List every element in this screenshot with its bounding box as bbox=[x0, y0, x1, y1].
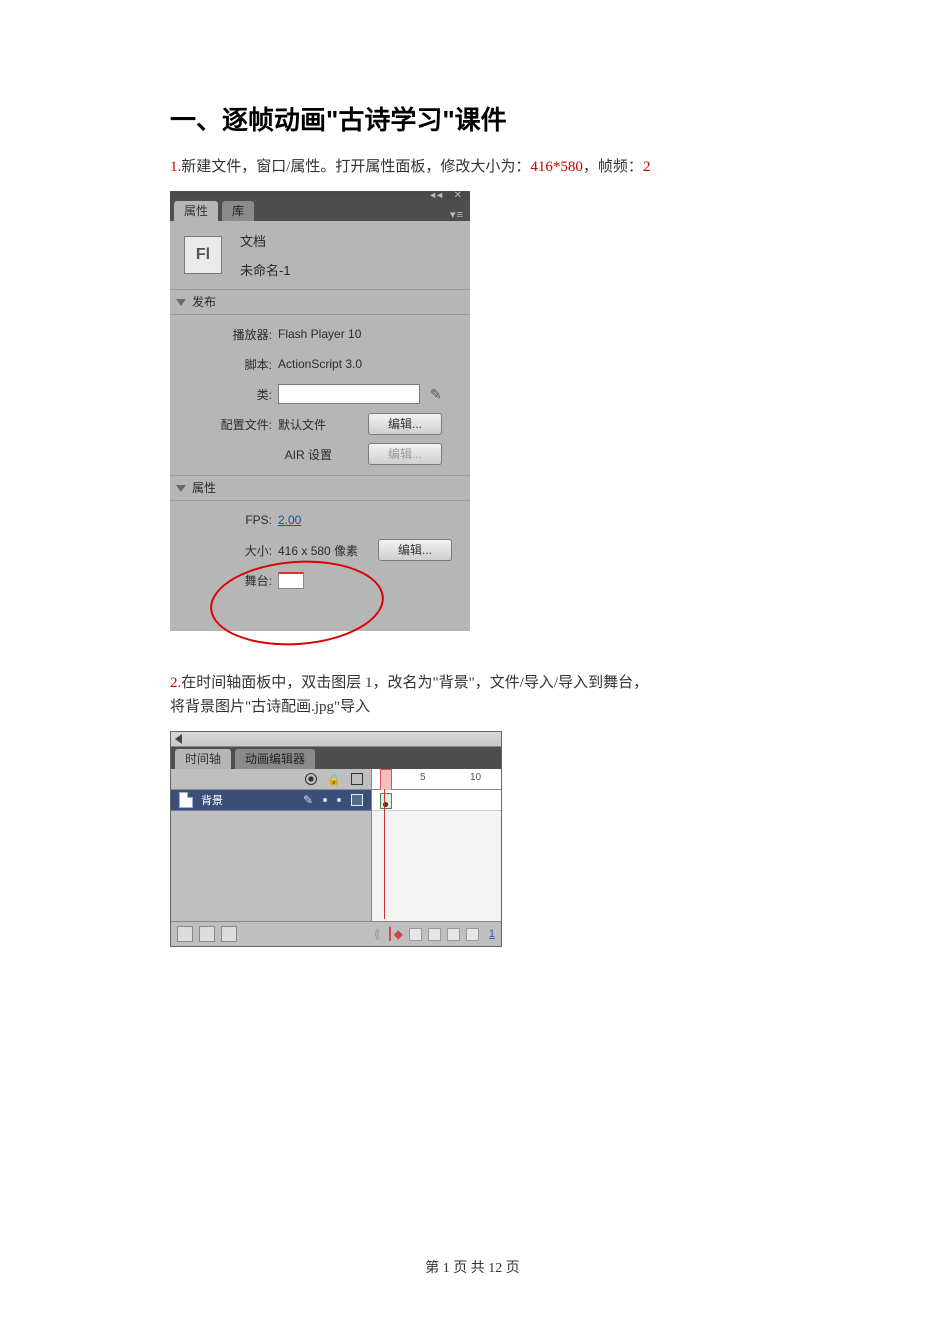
step-1-size: 416*580 bbox=[530, 159, 583, 175]
edit-air-button: 编辑... bbox=[368, 443, 442, 465]
collapse-icon[interactable]: ◄◄ bbox=[428, 190, 442, 200]
edit-profile-button[interactable]: 编辑... bbox=[368, 413, 442, 435]
edit-pencil-icon[interactable]: ✎ bbox=[430, 386, 442, 403]
panel-tabs: 属性 库 ▾≡ bbox=[170, 199, 470, 221]
footer-suffix: 页 bbox=[502, 1261, 520, 1276]
profile-label: 配置文件: bbox=[182, 416, 278, 433]
layers-column: 🔒 背景 ✎ bbox=[171, 769, 372, 921]
markers-icon[interactable] bbox=[466, 928, 479, 941]
chevron-down-icon bbox=[176, 485, 186, 492]
new-folder-icon[interactable] bbox=[199, 926, 215, 942]
page-number-footer: 第 1 页 共 12 页 bbox=[0, 1257, 945, 1277]
frames-column: 5 10 bbox=[372, 769, 501, 921]
layer-dot-icon bbox=[337, 798, 341, 802]
class-input[interactable] bbox=[278, 384, 420, 404]
layer-name: 背景 bbox=[201, 792, 223, 808]
layer-icon bbox=[179, 792, 193, 808]
delete-layer-icon[interactable] bbox=[221, 926, 237, 942]
ruler-mark-5: 5 bbox=[420, 772, 426, 783]
step-1-fps: 2 bbox=[643, 159, 651, 175]
footer-middle: 页 共 bbox=[450, 1261, 489, 1276]
playhead-line bbox=[384, 789, 385, 919]
chevron-down-icon bbox=[176, 299, 186, 306]
step-2-num: 2. bbox=[170, 675, 181, 691]
profile-value: 默认文件 bbox=[278, 416, 368, 433]
scrub-icon[interactable]: ⟪ bbox=[374, 927, 381, 941]
section-properties-label: 属性 bbox=[192, 476, 216, 500]
tab-properties[interactable]: 属性 bbox=[174, 201, 218, 221]
step-1-text-a: 新建文件，窗口/属性。打开属性面板，修改大小为： bbox=[181, 159, 530, 175]
edit-multi-icon[interactable] bbox=[447, 928, 460, 941]
class-label: 类: bbox=[182, 386, 278, 403]
air-label: AIR 设置 bbox=[182, 446, 338, 463]
document-name: 未命名-1 bbox=[240, 260, 291, 279]
stage-color-swatch[interactable] bbox=[278, 572, 304, 589]
layer-header: 🔒 bbox=[171, 769, 371, 790]
document-type-label: 文档 bbox=[240, 231, 291, 250]
visibility-icon[interactable] bbox=[305, 773, 317, 785]
layer-outline-swatch[interactable] bbox=[351, 794, 363, 806]
section-publish-label: 发布 bbox=[192, 290, 216, 314]
frame-track[interactable] bbox=[372, 790, 501, 811]
player-value: Flash Player 10 bbox=[278, 327, 361, 341]
playhead[interactable] bbox=[380, 769, 392, 791]
size-label: 大小: bbox=[182, 542, 278, 559]
step-2: 2.在时间轴面板中，双击图层 1，改名为"背景"，文件/导入/导入到舞台， 将背… bbox=[170, 671, 790, 719]
collapse-left-icon[interactable] bbox=[175, 734, 182, 744]
panel-topbar: ◄◄ ✕ bbox=[170, 191, 470, 199]
flash-document-icon: Fl bbox=[184, 236, 222, 274]
new-layer-icon[interactable] bbox=[177, 926, 193, 942]
current-frame-number[interactable]: 1 bbox=[489, 928, 495, 940]
ruler-mark-10: 10 bbox=[470, 772, 481, 783]
step-1-text-b: ，帧频： bbox=[583, 159, 643, 175]
step-2-line1: 在时间轴面板中，双击图层 1，改名为"背景"，文件/导入/导入到舞台， bbox=[181, 675, 648, 691]
playhead-marker-icon: ┃◆ bbox=[386, 927, 402, 941]
fps-value[interactable]: 2.00 bbox=[278, 513, 301, 527]
player-label: 播放器: bbox=[182, 326, 278, 343]
frame-ruler[interactable]: 5 10 bbox=[372, 769, 501, 790]
onion-outline-icon[interactable] bbox=[428, 928, 441, 941]
pencil-icon: ✎ bbox=[303, 793, 313, 807]
footer-current: 1 bbox=[443, 1261, 450, 1276]
close-icon[interactable]: ✕ bbox=[454, 190, 462, 201]
section-publish[interactable]: 发布 bbox=[170, 289, 470, 315]
footer-prefix: 第 bbox=[425, 1261, 443, 1276]
layer-row-background[interactable]: 背景 ✎ bbox=[171, 790, 371, 811]
edit-size-button[interactable]: 编辑... bbox=[378, 539, 452, 561]
footer-total: 12 bbox=[488, 1261, 502, 1276]
keyframe[interactable] bbox=[380, 793, 392, 809]
layer-dot-icon bbox=[323, 798, 327, 802]
size-value: 416 x 580 像素 bbox=[278, 542, 378, 559]
timeline-topbar bbox=[171, 732, 501, 747]
step-2-line2: 将背景图片"古诗配画.jpg"导入 bbox=[170, 699, 370, 715]
script-value: ActionScript 3.0 bbox=[278, 357, 362, 371]
step-1: 1.新建文件，窗口/属性。打开属性面板，修改大小为：416*580，帧频：2 bbox=[170, 155, 790, 179]
document-row: Fl 文档 未命名-1 bbox=[170, 221, 470, 289]
step-1-num: 1. bbox=[170, 159, 181, 175]
page-heading: 一、逐帧动画"古诗学习"课件 bbox=[170, 100, 790, 137]
outline-icon[interactable] bbox=[351, 773, 363, 785]
timeline-tabs: 时间轴 动画编辑器 bbox=[171, 747, 501, 769]
section-properties[interactable]: 属性 bbox=[170, 475, 470, 501]
stage-label: 舞台: bbox=[182, 572, 278, 589]
tab-motion-editor[interactable]: 动画编辑器 bbox=[235, 749, 315, 769]
fps-label: FPS: bbox=[182, 513, 278, 527]
panel-menu-icon[interactable]: ▾≡ bbox=[450, 208, 464, 221]
tab-library[interactable]: 库 bbox=[222, 201, 254, 221]
tab-timeline[interactable]: 时间轴 bbox=[175, 749, 231, 769]
timeline-footer: ⟪ ┃◆ 1 bbox=[171, 921, 501, 946]
properties-panel: ◄◄ ✕ 属性 库 ▾≡ Fl 文档 未命名-1 发布 播放器: Flash P… bbox=[170, 191, 470, 631]
lock-icon[interactable]: 🔒 bbox=[327, 773, 341, 786]
onion-skin-icon[interactable] bbox=[409, 928, 422, 941]
script-label: 脚本: bbox=[182, 356, 278, 373]
timeline-panel: 时间轴 动画编辑器 🔒 背景 ✎ bbox=[170, 731, 502, 947]
